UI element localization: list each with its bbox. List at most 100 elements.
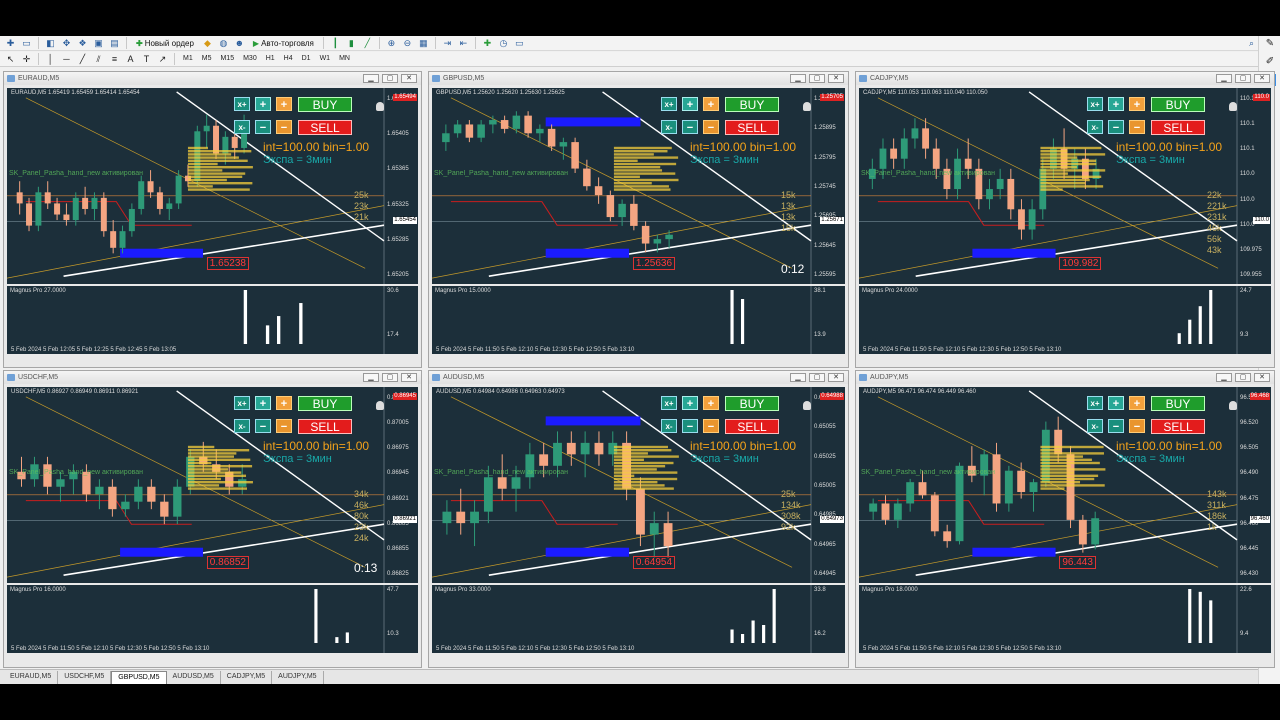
pen-icon[interactable]: ✐ xyxy=(1264,56,1276,68)
community-icon[interactable]: ☻ xyxy=(233,37,246,49)
minimize-button[interactable]: ▁ xyxy=(790,74,806,83)
timeframe-m1[interactable]: M1 xyxy=(180,53,196,65)
text-icon[interactable]: A xyxy=(124,53,137,65)
crosshair-icon[interactable]: ✛ xyxy=(20,53,33,65)
close-button[interactable]: ✕ xyxy=(401,74,417,83)
sell-button[interactable]: SELL xyxy=(1151,120,1205,135)
price-chart[interactable]: AUDJPY,M5 96.471 96.474 96.449 96.460 SK_… xyxy=(859,387,1271,583)
minus-button[interactable]: − xyxy=(682,120,698,134)
vertical-line-icon[interactable]: │ xyxy=(44,53,57,65)
cursor-icon[interactable]: ↖ xyxy=(4,53,17,65)
x-minus-button[interactable]: x- xyxy=(1087,419,1103,433)
indicator-pane[interactable]: Magnus Pro 27.0000 30.6 17.4 5 Feb 2024 5 F… xyxy=(7,286,418,354)
candlestick-icon[interactable]: ▮ xyxy=(345,37,358,49)
plus-alt-button[interactable]: + xyxy=(276,396,292,410)
auto-trading-button[interactable]: ▶ Авто-торговля xyxy=(249,37,318,50)
indicator-pane[interactable]: Magnus Pro 15.0000 38.1 13.9 5 Feb 2024 5 F… xyxy=(432,286,845,354)
minus-alt-button[interactable]: − xyxy=(1129,120,1145,134)
chart-shift-icon[interactable]: ⇤ xyxy=(457,37,470,49)
buy-button[interactable]: BUY xyxy=(1151,396,1205,411)
zoom-in-icon[interactable]: ⊕ xyxy=(385,37,398,49)
plus-alt-button[interactable]: + xyxy=(703,396,719,410)
profiles-icon[interactable]: ▭ xyxy=(20,37,33,49)
tab-audusd[interactable]: AUDUSD,M5 xyxy=(167,671,221,684)
maximize-button[interactable]: ▢ xyxy=(382,373,398,382)
minimize-button[interactable]: ▁ xyxy=(363,74,379,83)
x-minus-button[interactable]: x- xyxy=(661,120,677,134)
timeframe-m30[interactable]: M30 xyxy=(240,53,260,65)
chart-window[interactable]: USDCHF,M5 ▁ ▢ ✕ USDCHF,M5 0.86927 0.86949 0.… xyxy=(3,370,422,668)
sell-button[interactable]: SELL xyxy=(725,120,779,135)
indicator-pane[interactable]: Magnus Pro 18.0000 22.6 9.4 5 Feb 2024 5 Fe… xyxy=(859,585,1271,653)
timeframe-h4[interactable]: H4 xyxy=(281,53,296,65)
sell-button[interactable]: SELL xyxy=(298,419,352,434)
plus-alt-button[interactable]: + xyxy=(1129,97,1145,111)
buy-button[interactable]: BUY xyxy=(725,97,779,112)
plus-button[interactable]: + xyxy=(1108,97,1124,111)
close-button[interactable]: ✕ xyxy=(1254,373,1270,382)
tab-cadjpy[interactable]: CADJPY,M5 xyxy=(221,671,273,684)
terminal-icon[interactable]: ▣ xyxy=(92,37,105,49)
minimize-button[interactable]: ▁ xyxy=(1216,74,1232,83)
x-plus-button[interactable]: x+ xyxy=(661,396,677,410)
templates-icon[interactable]: ▭ xyxy=(513,37,526,49)
chart-window[interactable]: GBPUSD,M5 ▁ ▢ ✕ GBPUSD,M5 1.25620 1.25620 1.… xyxy=(428,71,849,368)
x-minus-button[interactable]: x- xyxy=(234,120,250,134)
price-chart[interactable]: EURAUD,M5 1.65419 1.65459 1.65414 1.6545… xyxy=(7,88,418,284)
indicators-icon[interactable]: ✚ xyxy=(481,37,494,49)
minus-alt-button[interactable]: − xyxy=(276,419,292,433)
buy-button[interactable]: BUY xyxy=(725,396,779,411)
pencil-icon[interactable]: ✎ xyxy=(1264,38,1276,50)
timeframe-mn[interactable]: MN xyxy=(336,53,353,65)
indicator-pane[interactable]: Magnus Pro 16.0000 47.7 10.3 5 Feb 2024 5 F… xyxy=(7,585,418,653)
x-minus-button[interactable]: x- xyxy=(234,419,250,433)
navigator-icon[interactable]: ❖ xyxy=(76,37,89,49)
timeframe-m5[interactable]: M5 xyxy=(199,53,215,65)
x-plus-button[interactable]: x+ xyxy=(661,97,677,111)
timeframe-w1[interactable]: W1 xyxy=(317,53,334,65)
chart-window[interactable]: EURAUD,M5 ▁ ▢ ✕ EURAUD,M5 1.65419 1.65459 1.… xyxy=(3,71,422,368)
close-button[interactable]: ✕ xyxy=(828,74,844,83)
plus-alt-button[interactable]: + xyxy=(703,97,719,111)
minus-alt-button[interactable]: − xyxy=(703,120,719,134)
tab-gbpusd[interactable]: GBPUSD,M5 xyxy=(111,671,167,684)
data-window-icon[interactable]: ✥ xyxy=(60,37,73,49)
minus-button[interactable]: − xyxy=(1108,419,1124,433)
maximize-button[interactable]: ▢ xyxy=(382,74,398,83)
tab-audjpy[interactable]: AUDJPY,M5 xyxy=(272,671,324,684)
plus-alt-button[interactable]: + xyxy=(1129,396,1145,410)
price-chart[interactable]: AUDUSD,M5 0.64984 0.64986 0.64963 0.6497… xyxy=(432,387,845,583)
minimize-button[interactable]: ▁ xyxy=(1216,373,1232,382)
auto-scroll-icon[interactable]: ⇥ xyxy=(441,37,454,49)
tab-usdchf[interactable]: USDCHF,M5 xyxy=(58,671,112,684)
sell-button[interactable]: SELL xyxy=(1151,419,1205,434)
chart-window[interactable]: CADJPY,M5 ▁ ▢ ✕ CADJPY,M5 110.053 110.063 11… xyxy=(855,71,1275,368)
indicator-pane[interactable]: Magnus Pro 33.0000 33.8 16.2 5 Feb 2024 5 F… xyxy=(432,585,845,653)
metaeditor-icon[interactable]: ◆ xyxy=(201,37,214,49)
mql5-icon[interactable]: ◍ xyxy=(217,37,230,49)
fibo-icon[interactable]: ≡ xyxy=(108,53,121,65)
buy-button[interactable]: BUY xyxy=(298,97,352,112)
x-plus-button[interactable]: x+ xyxy=(234,97,250,111)
tester-icon[interactable]: ▤ xyxy=(108,37,121,49)
x-minus-button[interactable]: x- xyxy=(661,419,677,433)
minus-button[interactable]: − xyxy=(1108,120,1124,134)
minus-alt-button[interactable]: − xyxy=(1129,419,1145,433)
chart-window[interactable]: AUDUSD,M5 ▁ ▢ ✕ AUDUSD,M5 0.64984 0.64986 0.… xyxy=(428,370,849,668)
x-plus-button[interactable]: x+ xyxy=(1087,97,1103,111)
zoom-out-icon[interactable]: ⊖ xyxy=(401,37,414,49)
plus-button[interactable]: + xyxy=(682,396,698,410)
close-button[interactable]: ✕ xyxy=(401,373,417,382)
maximize-button[interactable]: ▢ xyxy=(809,373,825,382)
label-icon[interactable]: T xyxy=(140,53,153,65)
plus-button[interactable]: + xyxy=(682,97,698,111)
trendline-icon[interactable]: ╱ xyxy=(76,53,89,65)
x-plus-button[interactable]: x+ xyxy=(1087,396,1103,410)
minus-alt-button[interactable]: − xyxy=(276,120,292,134)
maximize-button[interactable]: ▢ xyxy=(1235,373,1251,382)
chart-window[interactable]: AUDJPY,M5 ▁ ▢ ✕ AUDJPY,M5 96.471 96.474 96.4… xyxy=(855,370,1275,668)
new-order-button[interactable]: ✚ Новый ордер xyxy=(132,37,198,50)
buy-button[interactable]: BUY xyxy=(1151,97,1205,112)
periods-icon[interactable]: ◷ xyxy=(497,37,510,49)
timeframe-h1[interactable]: H1 xyxy=(263,53,278,65)
